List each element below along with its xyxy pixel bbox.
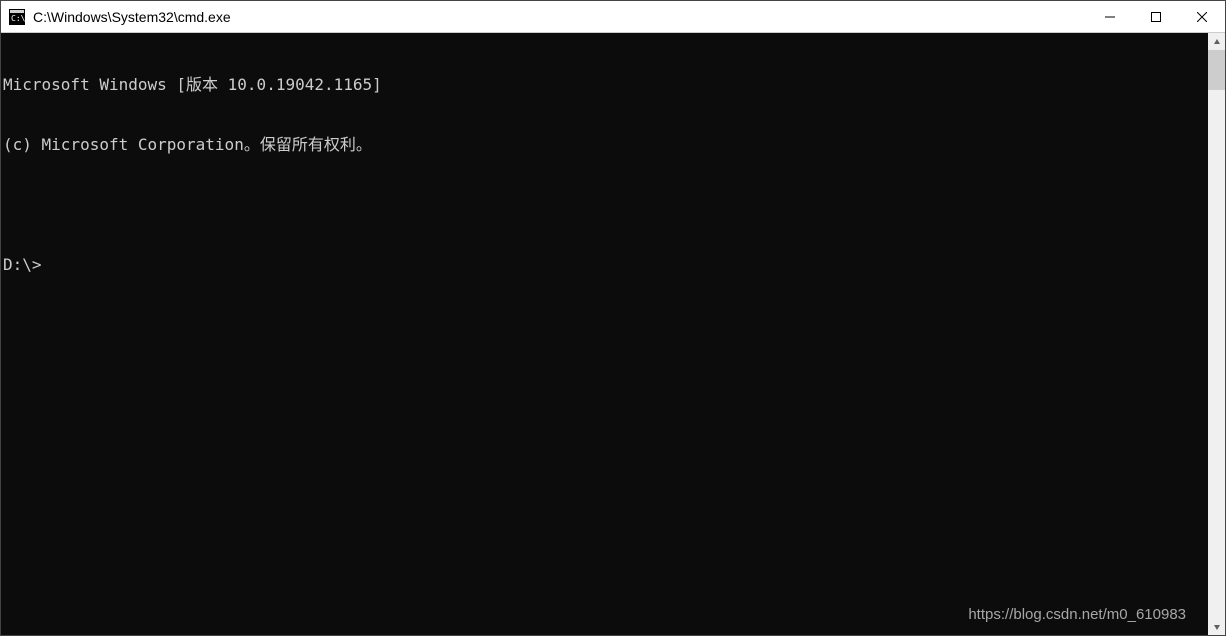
cmd-icon: C:\ bbox=[9, 9, 25, 25]
scroll-down-arrow[interactable] bbox=[1208, 618, 1225, 635]
scrollbar-track[interactable] bbox=[1208, 50, 1225, 618]
scroll-up-arrow[interactable] bbox=[1208, 33, 1225, 50]
svg-text:C:\: C:\ bbox=[11, 14, 25, 23]
content-area: Microsoft Windows [版本 10.0.19042.1165] (… bbox=[1, 33, 1225, 635]
close-button[interactable] bbox=[1179, 1, 1225, 32]
window-title: C:\Windows\System32\cmd.exe bbox=[33, 9, 1087, 25]
maximize-button[interactable] bbox=[1133, 1, 1179, 32]
terminal-line: (c) Microsoft Corporation。保留所有权利。 bbox=[3, 135, 1208, 155]
scrollbar-thumb[interactable] bbox=[1208, 50, 1225, 90]
vertical-scrollbar[interactable] bbox=[1208, 33, 1225, 635]
titlebar[interactable]: C:\ C:\Windows\System32\cmd.exe bbox=[1, 1, 1225, 33]
minimize-button[interactable] bbox=[1087, 1, 1133, 32]
cmd-window: C:\ C:\Windows\System32\cmd.exe Microsof… bbox=[0, 0, 1226, 636]
csdn-watermark: https://blog.csdn.net/m0_610983 bbox=[968, 606, 1186, 625]
terminal-line: Microsoft Windows [版本 10.0.19042.1165] bbox=[3, 75, 1208, 95]
window-controls bbox=[1087, 1, 1225, 32]
terminal-output[interactable]: Microsoft Windows [版本 10.0.19042.1165] (… bbox=[1, 33, 1208, 635]
terminal-line bbox=[3, 195, 1208, 215]
terminal-prompt: D:\> bbox=[3, 255, 1208, 275]
